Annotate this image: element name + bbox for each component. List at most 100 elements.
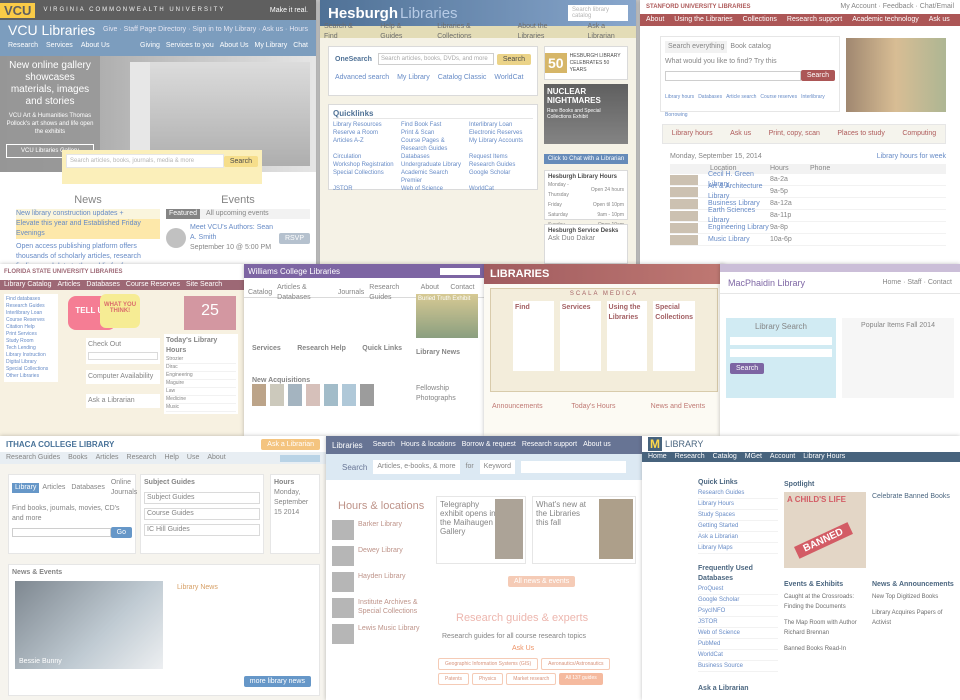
location-name[interactable]: Hayden Library bbox=[358, 572, 405, 581]
michigan-spot-title[interactable]: Celebrate Banned Books bbox=[872, 492, 954, 502]
fsu-ask[interactable]: Ask a Librarian bbox=[86, 394, 160, 408]
stanford-univ[interactable]: STANFORD UNIVERSITY LIBRARIES bbox=[646, 4, 750, 10]
macphaidin-search-select[interactable] bbox=[730, 349, 832, 357]
williams-featured[interactable]: Buried Truth Exhibit bbox=[416, 294, 478, 338]
fsu-list-item[interactable]: Print Services bbox=[6, 331, 56, 338]
fsu-list-item[interactable]: Citation Help bbox=[6, 324, 56, 331]
stanford-service[interactable]: Places to study bbox=[837, 129, 884, 139]
hesburgh-quicklink[interactable]: Undergraduate Library bbox=[401, 161, 465, 169]
pitt-nav[interactable]: Search bbox=[373, 440, 395, 450]
guide-tag[interactable]: All 137 guides bbox=[559, 673, 603, 685]
stanford-nav-item[interactable]: About bbox=[646, 15, 664, 25]
pitt-nav[interactable]: About us bbox=[583, 440, 611, 450]
michigan-quick-link[interactable]: Getting Started bbox=[698, 521, 778, 532]
vcu-search-button[interactable]: Search bbox=[223, 155, 258, 167]
stanford-library-name[interactable]: Music Library bbox=[708, 235, 770, 245]
vcu-nav-mylibrary[interactable]: My Library bbox=[255, 41, 288, 51]
hesburgh-quicklink[interactable]: Interlibrary Loan bbox=[469, 121, 533, 129]
vcu-nav-chat[interactable]: Chat bbox=[293, 41, 308, 51]
vcu-logo[interactable]: VCU bbox=[0, 2, 36, 18]
stanford-tab[interactable]: Book catalog bbox=[727, 41, 773, 53]
vcu-events-featured[interactable]: Featured bbox=[166, 209, 201, 219]
michigan-db-link[interactable]: Google Scholar bbox=[698, 595, 778, 606]
stanford-nav-item[interactable]: Using the Libraries bbox=[674, 15, 732, 25]
hesburgh-quicklink[interactable]: Request Items bbox=[469, 153, 533, 161]
pitt-nav[interactable]: Borrow & request bbox=[462, 440, 516, 450]
michigan-quick-link[interactable]: Research Guides bbox=[698, 488, 778, 499]
stanford-tab[interactable]: Search everything bbox=[665, 41, 728, 53]
michigan-db-link[interactable]: PsycINFO bbox=[698, 606, 778, 617]
guide-tag[interactable]: Geographic Information Systems (GIS) bbox=[438, 658, 539, 670]
pitt-nav[interactable]: Hours & locations bbox=[401, 440, 456, 450]
stanford-service[interactable]: Computing bbox=[902, 129, 936, 139]
michigan-db-link[interactable]: WorldCat bbox=[698, 650, 778, 661]
guide-tag[interactable]: Patents bbox=[438, 673, 469, 685]
stanford-table-link[interactable]: Library hours for week bbox=[877, 152, 946, 162]
macphaidin-search-button[interactable]: Search bbox=[730, 363, 765, 374]
michigan-book-cover[interactable]: A CHILD'S LIFE BANNED bbox=[784, 492, 866, 568]
macphaidin-link[interactable]: Home bbox=[882, 279, 901, 286]
scala-announce[interactable]: Announcements bbox=[492, 402, 561, 412]
michigan-db-link[interactable]: JSTOR bbox=[698, 617, 778, 628]
vcu-news-item[interactable]: New library construction updates + bbox=[16, 209, 160, 219]
guide-tag[interactable]: Physics bbox=[471, 673, 504, 685]
michigan-logo[interactable]: M bbox=[648, 437, 662, 451]
book-cover[interactable] bbox=[360, 384, 374, 406]
michigan-db-link[interactable]: ProQuest bbox=[698, 584, 778, 595]
williams-search[interactable] bbox=[440, 267, 480, 275]
ithaca-tab[interactable]: Databases bbox=[68, 483, 107, 493]
stanford-quick-link[interactable]: Library hours bbox=[665, 94, 694, 100]
list-item[interactable]: Institute Archives & Special Collections bbox=[332, 598, 428, 618]
stanford-nav-item[interactable]: Research support bbox=[787, 15, 842, 25]
list-item[interactable]: Barker Library bbox=[332, 520, 428, 540]
fsu-tab[interactable]: Articles bbox=[57, 280, 80, 290]
stanford-service[interactable]: Ask us bbox=[730, 129, 751, 139]
macphaidin-link[interactable]: Staff bbox=[907, 279, 921, 286]
michigan-news-item[interactable]: New Top Digitized Books bbox=[872, 592, 956, 602]
ithaca-guide[interactable]: Course Guides bbox=[144, 508, 260, 520]
fsu-list-item[interactable]: Research Guides bbox=[6, 303, 56, 310]
williams-tab[interactable]: Research Guides bbox=[369, 283, 415, 303]
fsu-list-item[interactable]: Course Reserves bbox=[6, 317, 56, 324]
hesburgh-chat-button[interactable]: Click to Chat with a Librarian bbox=[544, 154, 628, 164]
hesburgh-service-sub[interactable]: Ask Duo Dakar bbox=[548, 234, 624, 244]
hesburgh-nav-item[interactable]: Search & Find bbox=[324, 22, 366, 42]
fsu-list-item[interactable]: Other Libraries bbox=[6, 373, 56, 380]
fsu-list-item[interactable]: Interlibrary Loan bbox=[6, 310, 56, 317]
michigan-logo-text[interactable]: LIBRARY bbox=[665, 439, 703, 449]
hesburgh-quicklink[interactable]: Databases bbox=[401, 153, 465, 161]
vcu-toplink[interactable]: Ask us bbox=[262, 26, 283, 33]
michigan-nav[interactable]: Home bbox=[648, 452, 667, 462]
ithaca-nav[interactable]: Help bbox=[164, 453, 178, 463]
michigan-ask[interactable]: Ask a Librarian bbox=[698, 684, 749, 694]
ithaca-nav-search[interactable] bbox=[280, 454, 320, 462]
hesburgh-quicklink[interactable]: Print & Scan bbox=[401, 129, 465, 137]
hesburgh-quicklink[interactable]: Reserve a Room bbox=[333, 129, 397, 137]
fsu-what-you-think[interactable]: WHAT YOU THINK! bbox=[100, 294, 140, 328]
hesburgh-link[interactable]: WorldCat bbox=[494, 73, 523, 83]
scala-news[interactable]: News and Events bbox=[651, 402, 720, 412]
michigan-event[interactable]: Banned Books Read-In bbox=[784, 644, 868, 654]
michigan-quick-link[interactable]: Ask a Librarian bbox=[698, 532, 778, 543]
stanford-top-link[interactable]: Chat/Email bbox=[920, 3, 954, 10]
hesburgh-quicklink[interactable]: My Library Accounts bbox=[469, 137, 533, 153]
vcu-toplink[interactable]: Sign in to My Library bbox=[192, 26, 256, 33]
fsu-checkout-input[interactable] bbox=[88, 352, 158, 360]
ithaca-search-input[interactable] bbox=[12, 528, 111, 537]
stanford-search-button[interactable]: Search bbox=[800, 70, 835, 81]
stanford-service[interactable]: Library hours bbox=[672, 129, 713, 139]
michigan-news-item[interactable]: Library Acquires Papers of Activist bbox=[872, 608, 956, 628]
hesburgh-title[interactable]: Hesburgh bbox=[328, 5, 398, 22]
list-item[interactable]: Dewey Library bbox=[332, 546, 428, 566]
fsu-list-item[interactable]: Special Collections bbox=[6, 366, 56, 373]
hesburgh-quicklink[interactable]: Special Collections bbox=[333, 169, 397, 185]
michigan-nav[interactable]: Catalog bbox=[713, 452, 737, 462]
stanford-nav-item[interactable]: Academic technology bbox=[852, 15, 919, 25]
hesburgh-link[interactable]: My Library bbox=[397, 73, 430, 83]
fsu-tab[interactable]: Course Reserves bbox=[126, 280, 180, 290]
vcu-toplink[interactable]: Hours bbox=[289, 26, 308, 33]
stanford-nav-item[interactable]: Collections bbox=[743, 15, 777, 25]
vcu-nav-about[interactable]: About Us bbox=[81, 41, 110, 51]
ithaca-nav[interactable]: Books bbox=[68, 453, 87, 463]
stanford-quick-link[interactable]: Course reserves bbox=[760, 94, 797, 100]
